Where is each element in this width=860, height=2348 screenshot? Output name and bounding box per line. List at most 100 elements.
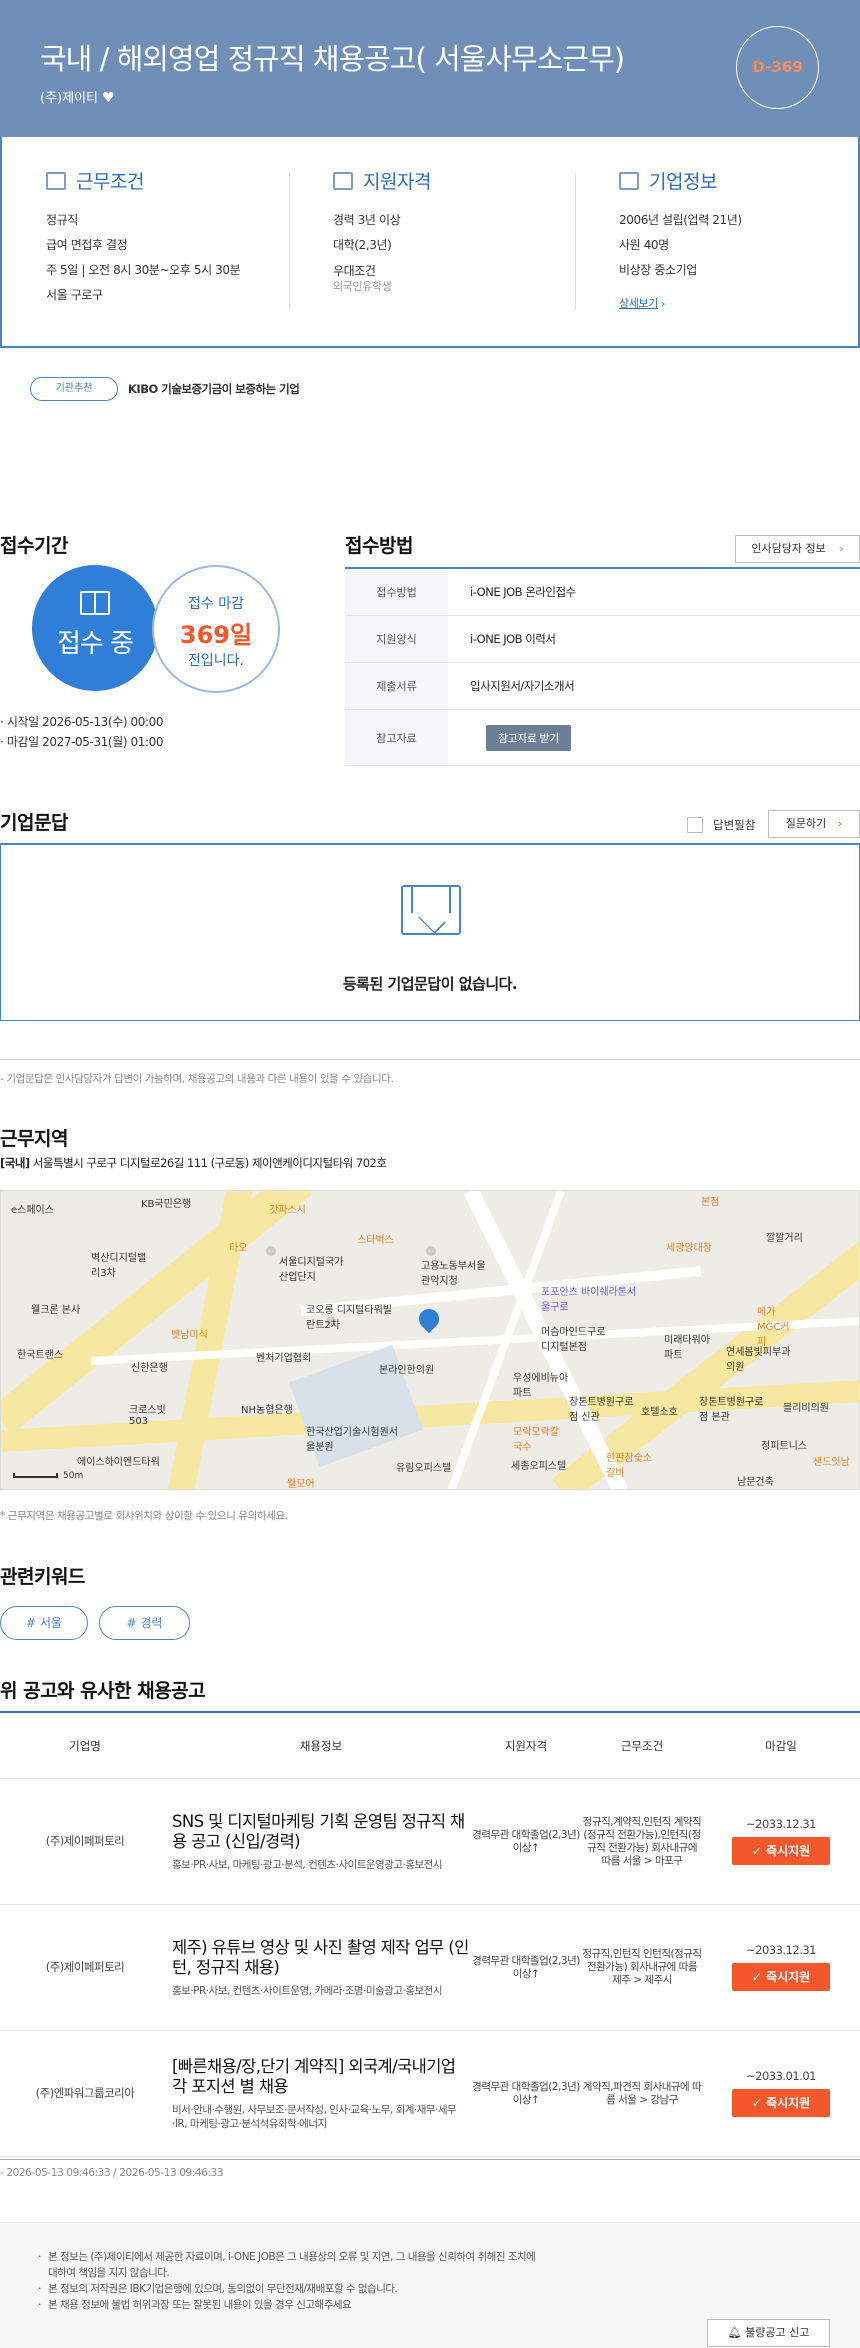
map-label: 호텔소호 — [641, 1407, 678, 1418]
job-summary-box: 근무조건 정규직 급여 면접후 결정 주 5일 | 오전 8시 30분~오후 5… — [0, 137, 860, 348]
table-row: 참고자료 참고자료 받기 — [345, 710, 860, 766]
report-button[interactable]: 🔔︎ 불량공고 신고 — [707, 2319, 830, 2347]
map-label: 벳남미식 — [171, 1330, 208, 1341]
map-label: 깔깔거리 — [766, 1233, 803, 1244]
answered-label: 답변필참 — [713, 818, 756, 832]
apply-now-button[interactable]: ✓ 즉시지원 — [732, 1837, 830, 1865]
company-name[interactable]: (주)제이티 ♥ — [40, 87, 115, 106]
map-scale-bar — [13, 1473, 58, 1478]
qual-sub: 외국인유학생 — [333, 280, 392, 293]
timestamps: - 2026-05-13 09:46:33 / 2026-05-13 09:46… — [0, 2167, 224, 2179]
map-label: 벽산디지털밸리3차 — [91, 1253, 147, 1279]
map-label: 남문건축 — [737, 1477, 774, 1488]
map-label: NH농협은행 — [241, 1405, 293, 1416]
job-qual: 경력무관 대학졸업(2,3년) 이상↑ — [472, 2080, 580, 2106]
qual-line: 우대조건 — [333, 264, 376, 278]
map-label: 창톤트병원구로점 신관 — [569, 1397, 634, 1423]
map-label: e스페이스 — [11, 1205, 54, 1216]
job-company[interactable]: (주)제이페퍼토리 — [0, 1835, 170, 1848]
company-line: 비상장 중소기업 — [619, 263, 697, 277]
deadline-days: 369일 — [179, 621, 253, 649]
deadline-label: 접수 마감 — [188, 596, 244, 612]
map-label: 본점 — [701, 1197, 720, 1208]
hr-info-button[interactable]: 인사담당자 정보 › — [735, 535, 860, 563]
map-label: 연세봄빛피부과의원 — [726, 1347, 791, 1373]
company-detail-link[interactable]: 상세보기 — [619, 297, 658, 310]
map-label: 한국트랜스 — [17, 1350, 63, 1361]
start-date: · 시작일 2026-05-13(수) 00:00 — [0, 715, 164, 729]
divider — [0, 1059, 860, 1060]
map-scale: 50m — [63, 1471, 84, 1481]
deadline-suffix: 전입니다. — [188, 653, 244, 669]
heart-icon[interactable]: ♥ — [102, 90, 115, 106]
row-label: 제출서류 — [345, 663, 448, 709]
map-label: 한국산업기술시험원서울분원 — [306, 1427, 398, 1453]
map-label: 샌드잇남 — [813, 1457, 850, 1468]
check-icon: ✓ — [751, 2096, 767, 2110]
company-info-title: 기업정보 — [649, 171, 717, 193]
map-label: 에이스하이엔드타워 — [77, 1457, 160, 1468]
job-cond: 정규직,계약직,인턴직 계약직(정규직 전환가능),인턴직(정규직 전환가능) … — [582, 1815, 702, 1867]
keywords-title: 관련키워드 — [0, 1566, 85, 1588]
job-company[interactable]: (주)제이페퍼토리 — [0, 1961, 170, 1974]
map-label: 코오롱 디지털타워빌란트2차 — [306, 1305, 392, 1331]
footer-line: 본 채용 정보에 불법 허위과장 또는 잘못된 내용이 있을 경우 신고해주세요 — [38, 2297, 538, 2313]
divider — [0, 2159, 860, 2160]
method-title: 접수방법 — [345, 535, 413, 557]
similar-title: 위 공고와 유사한 채용공고 — [0, 1680, 206, 1702]
location-title: 근무지역 — [0, 1128, 68, 1150]
check-icon: ✓ — [751, 1970, 767, 1984]
table-row[interactable]: (주)엔파워그룹코리아 [빠른채용/장,단기 계약직] 외국계/국내기업 각 포… — [0, 2031, 860, 2157]
keyword-tag[interactable]: # 경력 — [99, 1606, 190, 1640]
map-label: 창톤트병원구로점 본관 — [699, 1397, 764, 1423]
chevron-right-icon: › — [839, 542, 844, 555]
row-label: 접수방법 — [345, 569, 448, 615]
keyword-tag[interactable]: # 서울 — [0, 1606, 88, 1640]
qa-box: 등록된 기업문답이 없습니다. — [0, 843, 860, 1021]
job-title[interactable]: SNS 및 디지털마케팅 기획 운영팀 정규직 채용 공고 (신입/경력) — [172, 1812, 470, 1852]
method-table: 접수방법 i-ONE JOB 온라인접수 지원양식 i-ONE JOB 이력서 제출… — [345, 567, 860, 766]
table-row: 지원양식 i-ONE JOB 이력서 — [345, 616, 860, 663]
job-desc: 홍보·PR·사보, 컨텐츠·사이트운영, 카메라·조명·미술광고·홍보전시 — [172, 1984, 443, 1997]
ask-question-button[interactable]: 질문하기 › — [768, 810, 860, 838]
similar-jobs-table: 기업명 채용정보 지원자격 근무조건 마감일 (주)제이페퍼토리 SNS 및 디… — [0, 1711, 860, 2157]
company-icon — [619, 171, 639, 190]
col-header: 기업명 — [69, 1738, 101, 1753]
qual-line: 대학(2,3년) — [333, 238, 392, 252]
location-address: [국내] 서울특별시 구로구 디지털로26길 111 (구로동) 제이앤케이디지… — [0, 1156, 387, 1170]
job-qual: 경력무관 대학졸업(2,3년) 이상↑ — [472, 1828, 580, 1854]
building-icon — [46, 171, 66, 190]
map-label: 세종오피스텔 — [511, 1461, 567, 1472]
map-label: 서울디지털국가산업단지 — [279, 1257, 344, 1283]
apply-now-button[interactable]: ✓ 즉시지원 — [732, 1963, 830, 1991]
recommend-badge: 기관추천 — [30, 377, 118, 401]
work-conditions-title: 근무조건 — [76, 171, 144, 193]
bell-icon: 🔔︎ — [727, 2326, 746, 2339]
job-title[interactable]: 제주) 유튜브 영상 및 사진 촬영 제작 업무 (인턴, 정규직 채용) — [172, 1938, 470, 1978]
table-row[interactable]: (주)제이페퍼토리 제주) 유튜브 영상 및 사진 촬영 제작 업무 (인턴, … — [0, 1905, 860, 2031]
map-label: KB국민은행 — [141, 1199, 192, 1210]
answered-checkbox[interactable] — [687, 817, 703, 833]
envelope-icon — [401, 885, 461, 935]
location-map[interactable]: e스페이스 KB국민은행 갓파스시 본점 깔깔거리 벽산디지털밸리3차 타오 서… — [0, 1190, 860, 1490]
dday-badge: D-369 — [736, 26, 819, 109]
map-label: 모락모락칼국수 — [513, 1427, 559, 1453]
work-line: 주 5일 | 오전 8시 30분~오후 5시 30분 — [46, 263, 241, 277]
footer: 본 정보는 (주)제이티에서 제공한 자료이며, i-ONE JOB은 그 내용… — [0, 2222, 860, 2348]
table-row[interactable]: (주)제이페퍼토리 SNS 및 디지털마케팅 기획 운영팀 정규직 채용 공고 … — [0, 1779, 860, 1905]
status-circle: 접수 중 — [32, 565, 158, 691]
end-date: · 마감일 2027-05-31(월) 01:00 — [0, 735, 164, 749]
work-conditions: 근무조건 정규직 급여 면접후 결정 주 5일 | 오전 8시 30분~오후 5… — [46, 167, 241, 308]
job-title[interactable]: [빠른채용/장,단기 계약직] 외국계/국내기업 각 포지션 별 채용 — [172, 2057, 470, 2097]
job-company[interactable]: (주)엔파워그룹코리아 — [0, 2087, 170, 2100]
calendar-icon — [333, 171, 353, 190]
qa-note: - 기업문답은 인사담당자가 답변이 가능하며, 채용공고의 내용과 다른 내용… — [0, 1073, 394, 1085]
reference-download-button[interactable]: 참고자료 받기 — [486, 724, 571, 751]
row-value: i-ONE JOB 이력서 — [470, 632, 556, 646]
map-label: 한판참숯소갈비 — [606, 1453, 652, 1479]
apply-now-button[interactable]: ✓ 즉시지원 — [732, 2089, 830, 2117]
col-header: 채용정보 — [299, 1738, 343, 1753]
map-label: 미래타워아파트 — [664, 1335, 710, 1361]
work-line: 정규직 — [46, 213, 78, 227]
chevron-right-icon: › — [837, 817, 843, 830]
